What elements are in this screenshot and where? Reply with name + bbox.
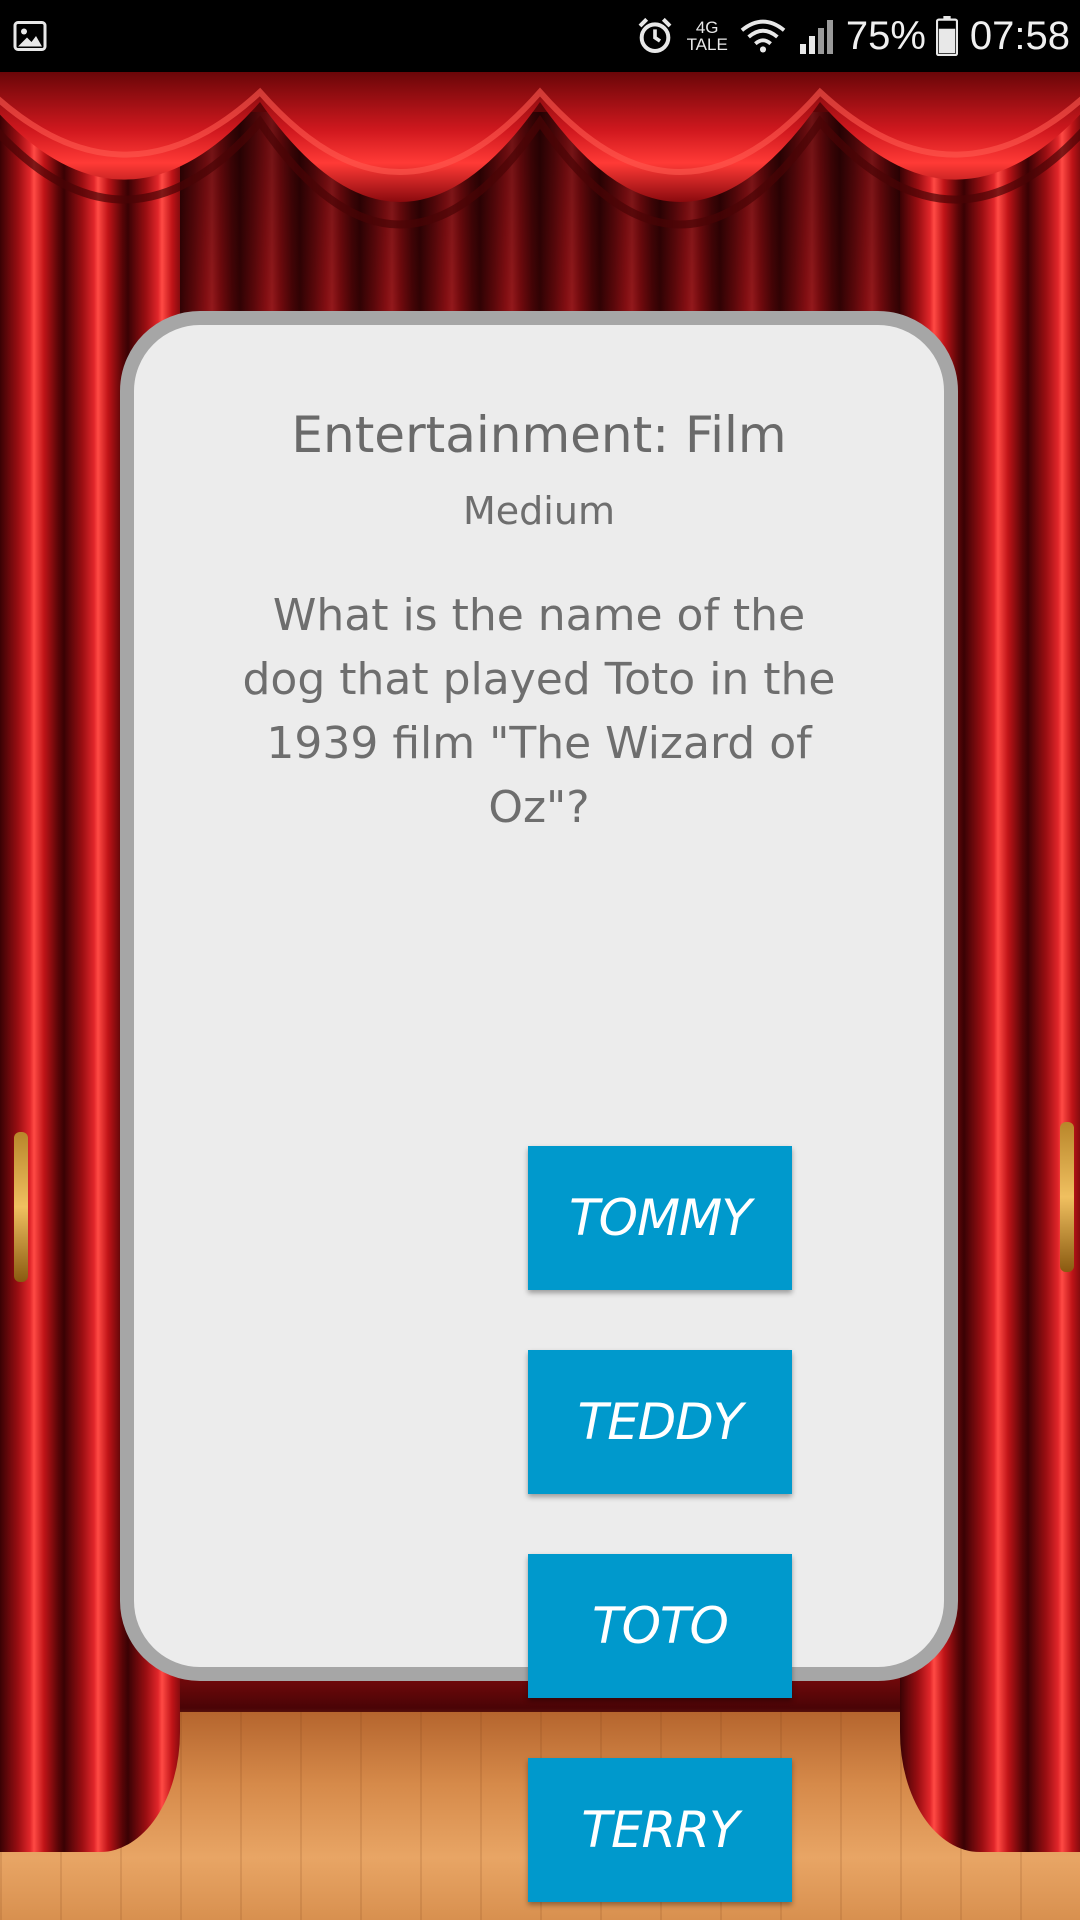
right-tassel (1060, 1122, 1074, 1272)
curtain-valance (0, 72, 1080, 229)
quiz-difficulty: Medium (463, 489, 615, 533)
gallery-icon (13, 21, 47, 51)
wifi-icon (740, 16, 786, 56)
left-tassel (14, 1132, 28, 1282)
answer-button-4[interactable]: TERRY (528, 1758, 792, 1902)
network-type-bottom: TALE (686, 35, 728, 54)
quiz-category: Entertainment: Film (291, 406, 787, 464)
answer-button-3[interactable]: TOTO (528, 1554, 792, 1698)
battery-icon (935, 16, 958, 56)
answer-button-1[interactable]: TOMMY (528, 1146, 792, 1290)
app-screen: 4G TALE 75% 07:58 Entertainment: Film Me… (0, 0, 1080, 1920)
battery-percent: 75% (845, 13, 926, 58)
alarm-icon (635, 16, 675, 56)
quiz-question: What is the name of the dog that played … (242, 590, 836, 833)
network-type-indicator: 4G TALE (687, 19, 728, 53)
quiz-card: Entertainment: Film Medium What is the n… (120, 311, 958, 1902)
signal-icon (798, 16, 834, 56)
status-bar: 4G TALE 75% 07:58 (0, 0, 1080, 72)
status-indicators: 4G TALE 75% 07:58 (635, 0, 1070, 72)
answer-button-2[interactable]: TEDDY (528, 1350, 792, 1494)
network-type-top: 4G (695, 18, 719, 37)
clock-time: 07:58 (969, 13, 1070, 58)
